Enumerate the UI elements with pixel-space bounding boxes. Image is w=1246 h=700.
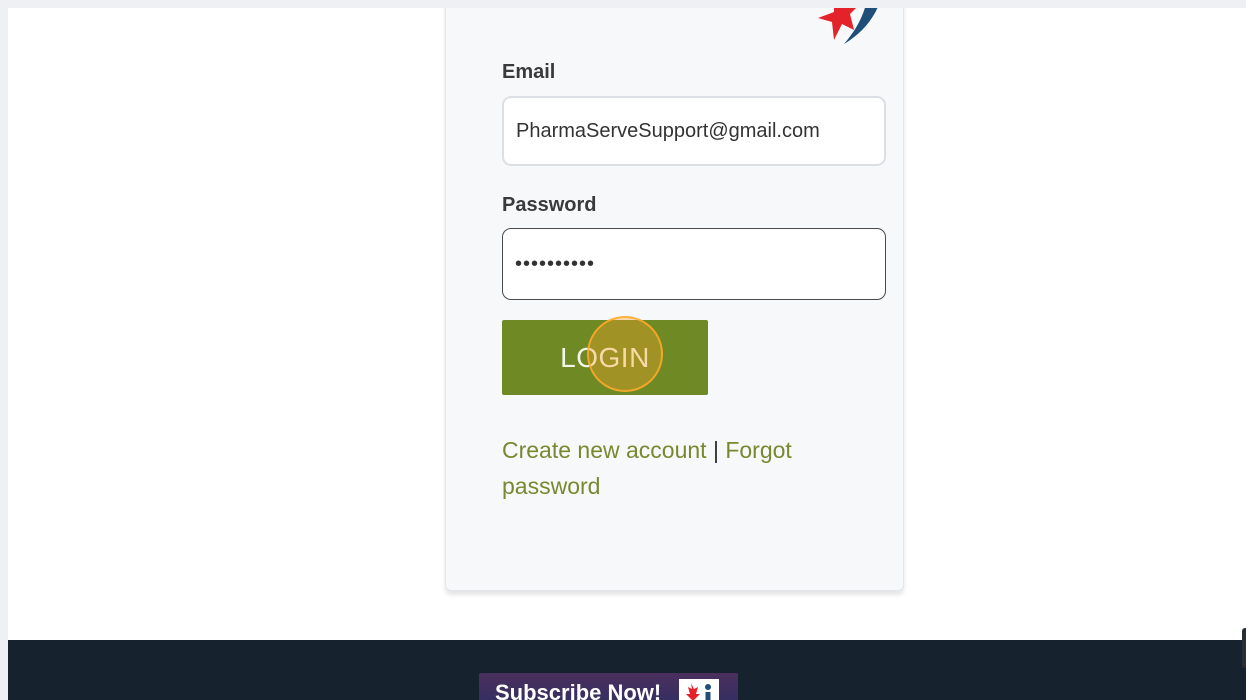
link-separator: | — [706, 437, 726, 463]
email-label: Email — [502, 61, 556, 83]
password-label: Password — [502, 194, 597, 216]
page-viewport: Email Password LOGIN Create new account … — [8, 8, 1246, 700]
password-field[interactable] — [502, 228, 886, 300]
login-button[interactable]: LOGIN — [502, 320, 708, 395]
create-account-link[interactable]: Create new account — [502, 437, 707, 463]
subscribe-button[interactable]: Subscribe Now! — [479, 673, 738, 700]
account-links: Create new account | Forgot password — [502, 432, 842, 504]
scroll-handle[interactable] — [1242, 628, 1246, 668]
email-field[interactable] — [502, 96, 886, 166]
maple-leaf-icon — [679, 679, 719, 700]
subscribe-label: Subscribe Now! — [495, 680, 662, 700]
maple-leaf-logo-icon — [818, 8, 878, 44]
